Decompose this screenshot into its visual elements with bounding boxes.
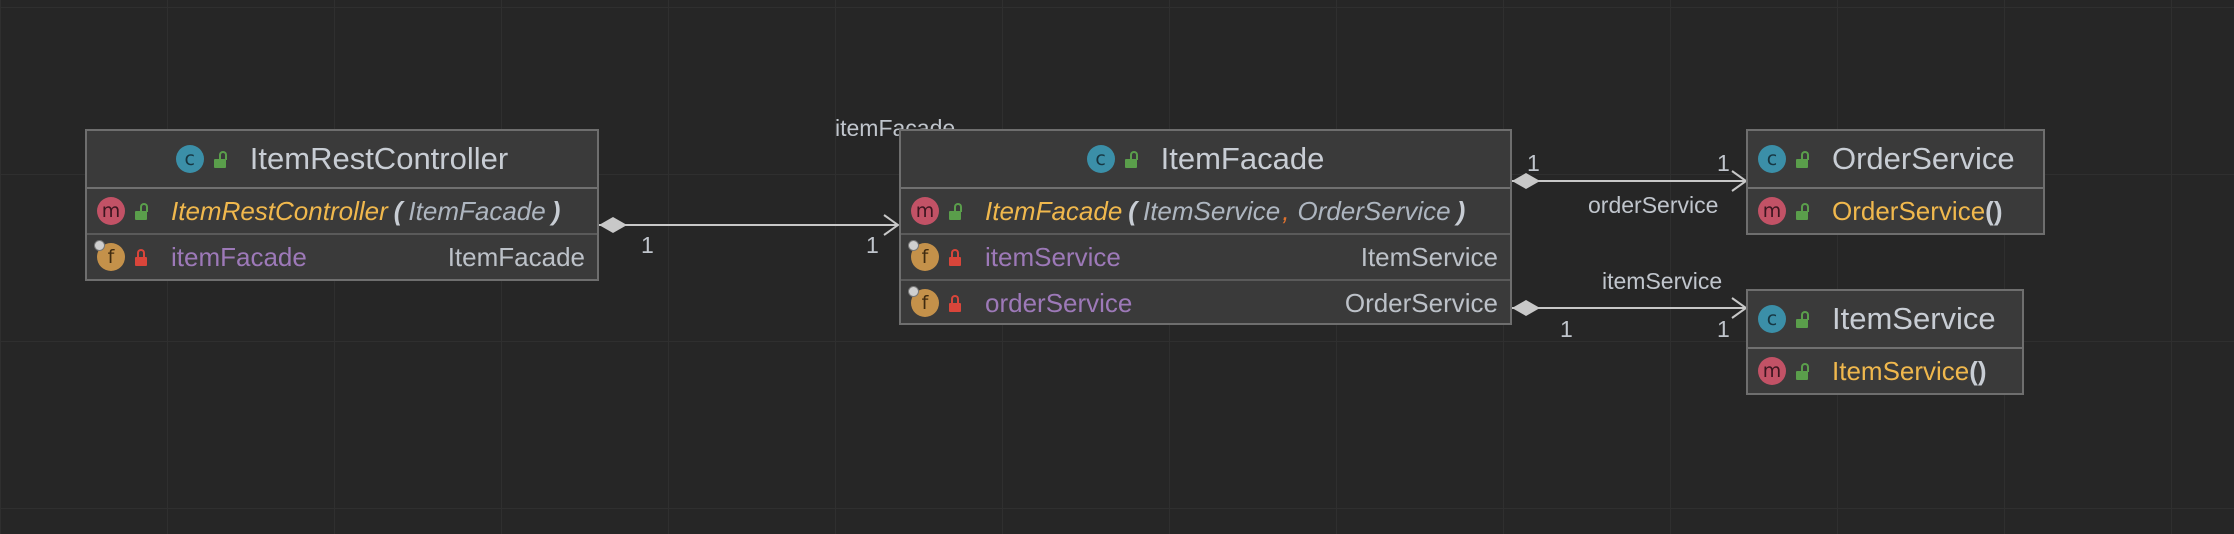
class-header: c ItemRestController bbox=[87, 131, 597, 189]
private-visibility-icon bbox=[135, 248, 147, 266]
constructor-row[interactable]: m ItemService () bbox=[1748, 349, 2022, 393]
field-icon: f bbox=[908, 240, 939, 271]
field-row[interactable]: f itemService ItemService bbox=[901, 235, 1510, 281]
class-node-item-facade[interactable]: c ItemFacade m ItemFacade ( ItemService … bbox=[899, 129, 1512, 325]
class-icon: c bbox=[1758, 305, 1786, 333]
class-node-item-rest-controller[interactable]: c ItemRestController m ItemRestControlle… bbox=[85, 129, 599, 281]
field-row[interactable]: f orderService OrderService bbox=[901, 281, 1510, 325]
edge-facade-to-item-service[interactable] bbox=[1512, 297, 1748, 319]
constructor-param: OrderService bbox=[1297, 195, 1451, 226]
empty-parens: () bbox=[1985, 195, 2003, 226]
public-visibility-icon bbox=[135, 202, 148, 220]
source-multiplicity: 1 bbox=[641, 232, 654, 258]
field-name: itemFacade bbox=[171, 241, 307, 272]
edge-label-order-service: orderService bbox=[1588, 192, 1719, 218]
field-row[interactable]: f itemFacade ItemFacade bbox=[87, 235, 597, 279]
constructor-param: ItemService bbox=[1142, 195, 1281, 226]
constructor-name: ItemRestController bbox=[171, 195, 388, 226]
source-multiplicity: 1 bbox=[1560, 316, 1573, 342]
close-paren: ) bbox=[1456, 195, 1466, 226]
public-visibility-icon bbox=[1796, 310, 1809, 328]
constructor-row[interactable]: m ItemFacade ( ItemService , OrderServic… bbox=[901, 189, 1510, 235]
class-title: ItemFacade bbox=[1160, 141, 1325, 176]
target-multiplicity: 1 bbox=[866, 232, 879, 258]
source-multiplicity: 1 bbox=[1527, 150, 1540, 176]
class-title: ItemService bbox=[1832, 301, 1996, 336]
method-icon: m bbox=[97, 197, 125, 225]
field-icon: f bbox=[908, 286, 939, 317]
private-visibility-icon bbox=[949, 294, 961, 312]
edge-label-item-service: itemService bbox=[1602, 268, 1723, 294]
field-type: OrderService bbox=[1344, 287, 1498, 318]
class-header: c OrderService bbox=[1748, 131, 2043, 189]
open-paren: ( bbox=[1128, 195, 1137, 226]
open-paren: ( bbox=[393, 195, 403, 226]
field-name: orderService bbox=[985, 287, 1133, 318]
field-type: ItemService bbox=[1360, 241, 1498, 272]
class-header: c ItemService bbox=[1748, 291, 2022, 349]
constructor-name: ItemService bbox=[1832, 355, 1970, 386]
class-icon: c bbox=[1086, 145, 1115, 173]
method-icon: m bbox=[1758, 357, 1786, 385]
class-node-item-service[interactable]: c ItemService m ItemService () bbox=[1746, 289, 2024, 395]
constructor-name: ItemFacade bbox=[985, 195, 1123, 226]
public-visibility-icon bbox=[1796, 362, 1809, 380]
constructor-name: OrderService bbox=[1832, 195, 1986, 226]
empty-parens: () bbox=[1969, 355, 1987, 386]
public-visibility-icon bbox=[949, 202, 962, 220]
close-paren: ) bbox=[551, 195, 561, 226]
method-icon: m bbox=[1758, 197, 1786, 225]
constructor-row[interactable]: m OrderService () bbox=[1748, 189, 2043, 233]
field-type: ItemFacade bbox=[447, 241, 585, 272]
public-visibility-icon bbox=[1796, 202, 1809, 220]
public-visibility-icon bbox=[1796, 150, 1809, 168]
public-visibility-icon bbox=[213, 150, 227, 168]
target-multiplicity: 1 bbox=[1717, 316, 1730, 342]
constructor-param: ItemFacade bbox=[408, 195, 546, 226]
class-title: OrderService bbox=[1832, 141, 2015, 176]
target-multiplicity: 1 bbox=[1717, 150, 1730, 176]
constructor-row[interactable]: m ItemRestController ( ItemFacade ) bbox=[87, 189, 597, 235]
public-visibility-icon bbox=[1124, 150, 1138, 168]
private-visibility-icon bbox=[949, 248, 961, 266]
composition-diamond bbox=[599, 217, 627, 233]
diagram-canvas[interactable]: itemFacade 1 1 orderService 1 1 itemServ… bbox=[0, 0, 2234, 534]
method-icon: m bbox=[911, 197, 939, 225]
class-header: c ItemFacade bbox=[901, 131, 1510, 189]
field-name: itemService bbox=[985, 241, 1121, 272]
class-icon: c bbox=[175, 145, 204, 173]
edge-facade-to-order-service[interactable] bbox=[1512, 170, 1748, 192]
composition-diamond bbox=[1512, 300, 1540, 316]
class-icon: c bbox=[1758, 145, 1786, 173]
class-title: ItemRestController bbox=[249, 141, 509, 176]
field-icon: f bbox=[94, 240, 125, 271]
class-node-order-service[interactable]: c OrderService m OrderService () bbox=[1746, 129, 2045, 235]
param-separator: , bbox=[1282, 195, 1290, 226]
